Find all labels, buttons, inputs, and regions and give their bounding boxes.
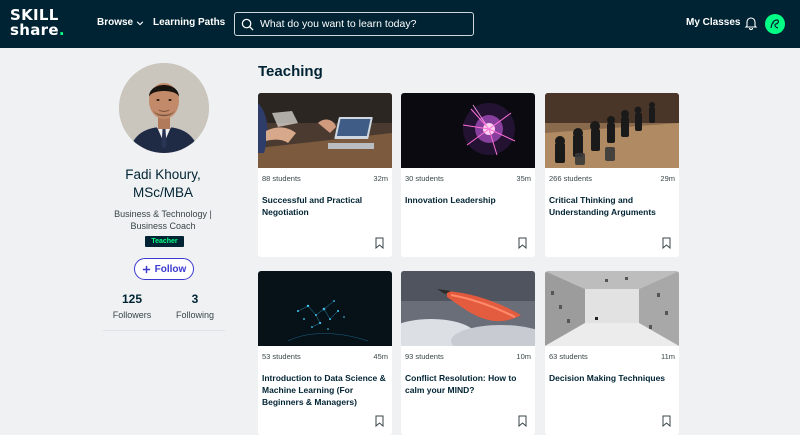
search-bar[interactable] [234, 12, 474, 36]
class-duration: 11m [660, 352, 675, 361]
class-card-innovation[interactable]: 30 students 35m Innovation Leadership [401, 93, 535, 257]
follow-label: Follow [154, 263, 187, 275]
teaching-heading: Teaching [258, 63, 323, 80]
class-title[interactable]: Decision Making Techniques [549, 372, 675, 384]
my-classes-link[interactable]: My Classes [686, 17, 740, 28]
student-count: 63 students [549, 352, 588, 361]
class-meta: 88 students 32m [262, 174, 388, 183]
class-duration: 10m [516, 352, 531, 361]
class-title[interactable]: Critical Thinking and Understanding Argu… [549, 194, 675, 218]
class-meta: 30 students 35m [405, 174, 531, 183]
profile-name-line-2: MSc/MBA [132, 185, 193, 200]
profile-name: Fadi Khoury, MSc/MBA [103, 166, 223, 202]
bookmark-icon[interactable] [375, 237, 384, 249]
followers-count: 125 [121, 292, 143, 306]
following-count: 3 [191, 292, 199, 306]
class-thumbnail [545, 271, 679, 346]
learning-paths-label: Learning Paths [153, 17, 226, 28]
browse-menu[interactable]: Browse [97, 17, 144, 28]
bookmark-icon[interactable] [518, 415, 527, 427]
class-card-negotiation[interactable]: 88 students 32m Successful and Practical… [258, 93, 392, 257]
class-title[interactable]: Innovation Leadership [405, 194, 531, 206]
bookmark-icon[interactable] [662, 237, 671, 249]
profile-photo [119, 63, 209, 153]
student-count: 93 students [405, 352, 444, 361]
class-thumbnail [401, 93, 535, 168]
follow-button[interactable]: Follow [134, 258, 194, 280]
class-thumbnail [401, 271, 535, 346]
class-title[interactable]: Conflict Resolution: How to calm your MI… [405, 372, 531, 396]
class-meta: 53 students 45m [262, 352, 388, 361]
class-card-data-science[interactable]: 53 students 45m Introduction to Data Sci… [258, 271, 392, 435]
my-classes-label: My Classes [686, 17, 741, 28]
teacher-badge: Teacher [145, 236, 184, 247]
search-icon [241, 18, 254, 31]
followers-stat[interactable]: 125 Followers [97, 291, 167, 321]
class-title[interactable]: Introduction to Data Science & Machine L… [262, 372, 388, 408]
profile-role-line-1: Business & Technology | [114, 209, 212, 219]
class-card-critical-thinking[interactable]: 266 students 29m Critical Thinking and U… [545, 93, 679, 257]
class-card-decision-making[interactable]: 63 students 11m Decision Making Techniqu… [545, 271, 679, 435]
class-duration: 45m [373, 352, 388, 361]
class-thumbnail [545, 93, 679, 168]
bell-icon[interactable] [744, 16, 758, 30]
user-avatar[interactable] [765, 14, 785, 34]
class-duration: 32m [373, 174, 388, 183]
following-stat[interactable]: 3 Following [160, 291, 230, 321]
student-count: 53 students [262, 352, 301, 361]
plus-icon [142, 265, 150, 273]
class-meta: 266 students 29m [549, 174, 675, 183]
profile-role-line-2: Business Coach [130, 221, 196, 231]
browse-label: Browse [97, 17, 134, 28]
logo-dot: . [58, 21, 65, 39]
profile-divider [103, 330, 225, 331]
profile-role: Business & Technology | Business Coach [103, 208, 223, 232]
logo-line-2: share [10, 21, 59, 39]
student-count: 30 students [405, 174, 444, 183]
class-title[interactable]: Successful and Practical Negotiation [262, 194, 388, 218]
student-count: 88 students [262, 174, 301, 183]
class-thumbnail [258, 93, 392, 168]
learning-paths-link[interactable]: Learning Paths [153, 17, 225, 28]
class-duration: 35m [516, 174, 531, 183]
class-duration: 29m [660, 174, 675, 183]
top-nav: SKILL share. Browse Learning Paths My Cl… [0, 0, 800, 48]
class-thumbnail [258, 271, 392, 346]
class-meta: 63 students 11m [549, 352, 675, 361]
chevron-down-icon [136, 20, 144, 25]
student-count: 266 students [549, 174, 592, 183]
bookmark-icon[interactable] [375, 415, 384, 427]
class-card-conflict-resolution[interactable]: 93 students 10m Conflict Resolution: How… [401, 271, 535, 435]
profile-name-line-1: Fadi Khoury, [125, 167, 201, 182]
following-label: Following [175, 310, 215, 320]
bookmark-icon[interactable] [518, 237, 527, 249]
followers-label: Followers [112, 310, 152, 320]
search-input[interactable] [260, 18, 460, 30]
user-avatar-doodle-icon [770, 19, 779, 29]
bookmark-icon[interactable] [662, 415, 671, 427]
skillshare-logo[interactable]: SKILL share. [10, 8, 76, 42]
class-meta: 93 students 10m [405, 352, 531, 361]
